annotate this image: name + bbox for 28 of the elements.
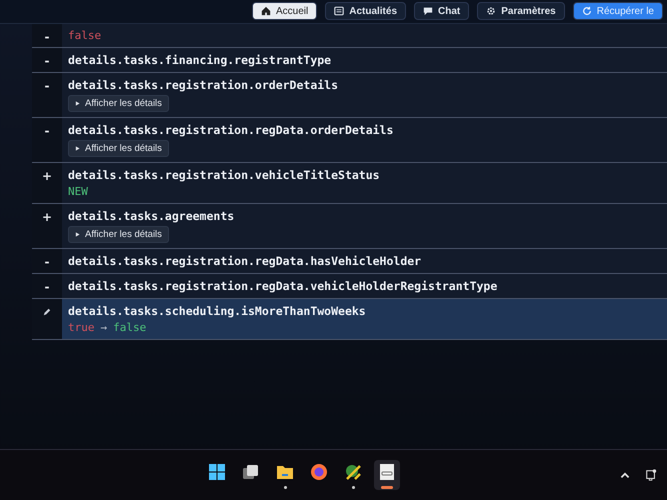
nav-button[interactable]: Accueil <box>252 2 318 20</box>
change-marker: - <box>44 281 50 293</box>
field-path: details.tasks.registration.regData.hasVehicleHolder <box>68 254 422 268</box>
field-path: details.tasks.registration.vehicleTitleStatus <box>68 168 380 182</box>
field-path: details.tasks.registration.regData.orderDetails <box>68 123 394 137</box>
old-value: false <box>68 29 102 42</box>
field-path: details.tasks.financing.registrantType <box>68 53 332 67</box>
field-path: details.tasks.scheduling.isMoreThanTwoWeeks <box>68 304 366 318</box>
change-marker: - <box>44 125 50 137</box>
change-marker: - <box>44 31 50 43</box>
field-path: details.tasks.registration.regData.vehicleHolderRegistrantType <box>68 279 498 293</box>
old-value: true <box>68 321 94 334</box>
change-marker: - <box>44 256 50 268</box>
arrow-text: → <box>100 321 108 334</box>
change-marker: + <box>42 211 52 223</box>
field-path: details.tasks.registration.orderDetails <box>68 78 338 92</box>
new-value: false <box>113 321 146 334</box>
show-details-button[interactable]: Afficher les détails <box>68 95 169 112</box>
nav-button[interactable]: Actualités <box>325 2 406 20</box>
show-details-button[interactable]: Afficher les détails <box>68 140 169 157</box>
nav-button[interactable]: Chat <box>414 2 470 20</box>
change-marker: + <box>42 170 52 182</box>
show-details-button[interactable]: Afficher les détails <box>68 226 169 243</box>
change-marker: - <box>44 80 50 92</box>
nav-button[interactable]: Paramètres <box>477 2 565 20</box>
new-value: NEW <box>68 185 88 198</box>
change-marker: - <box>44 55 50 67</box>
field-path: details.tasks.agreements <box>68 209 234 223</box>
